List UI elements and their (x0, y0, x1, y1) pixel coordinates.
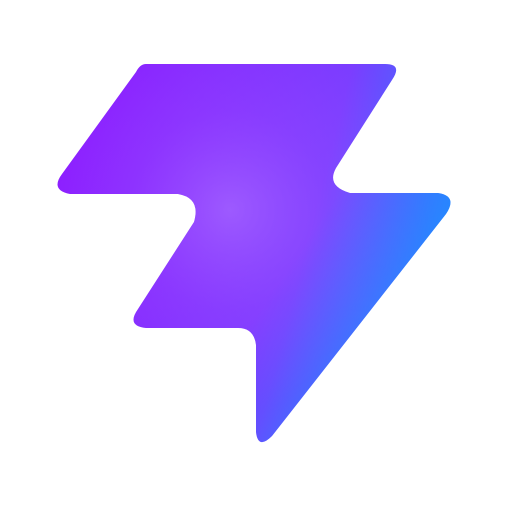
lightning-bolt-shape (57, 64, 451, 443)
app-icon-canvas (0, 0, 512, 512)
lightning-bolt-icon (57, 64, 451, 443)
